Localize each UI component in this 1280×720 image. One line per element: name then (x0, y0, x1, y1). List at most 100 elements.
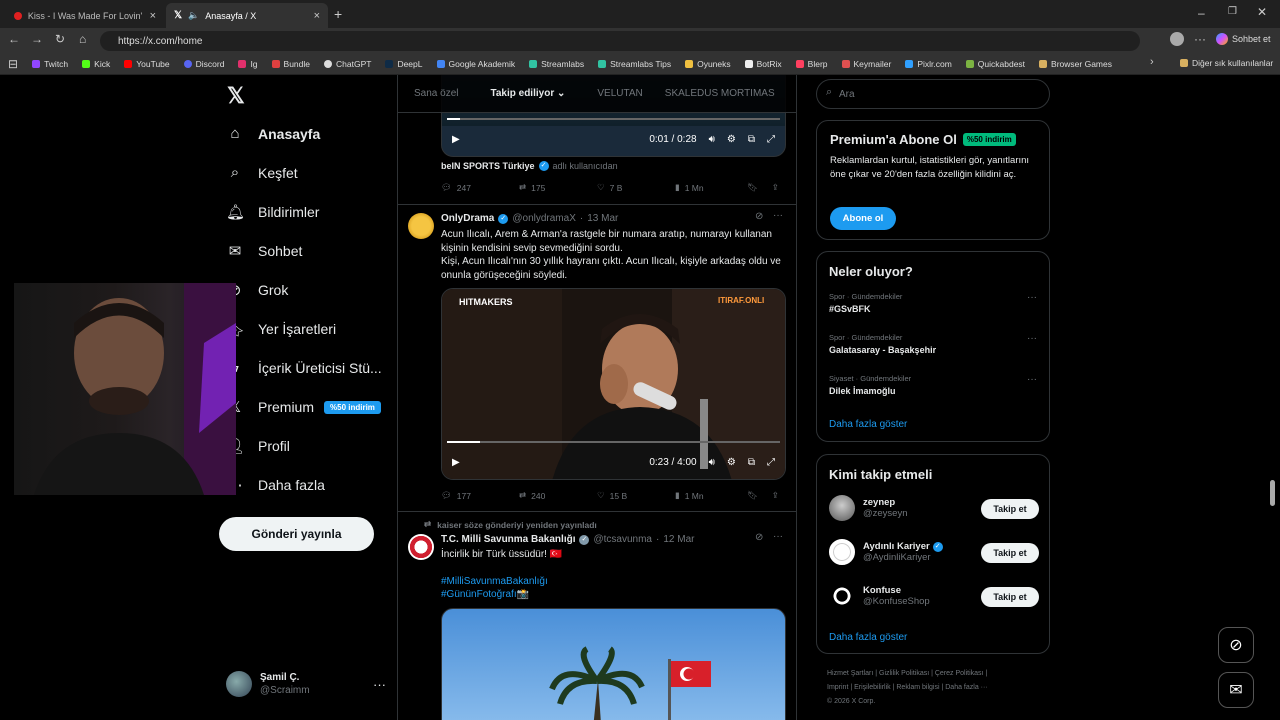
bookmark-kick[interactable]: Kick (82, 59, 110, 69)
tab-for-you[interactable]: Sana özel (414, 88, 458, 99)
bookmark-pixlr[interactable]: Pixlr.com (905, 59, 952, 69)
pip-icon[interactable]: ⧉ (748, 457, 755, 468)
bookmark-ig[interactable]: Ig (238, 59, 258, 69)
tweet-date[interactable]: 13 Mar (587, 213, 618, 224)
browser-tab-x[interactable]: 𝕏 🔈 Anasayfa / X × (166, 3, 328, 28)
more-icon[interactable]: ··· (773, 210, 783, 221)
footer-line[interactable]: Hizmet Şartları | Gizlilik Politikası | … (827, 667, 1047, 681)
tweet[interactable]: ⇄ kaiser söze gönderiyi yeniden yayınlad… (398, 511, 796, 720)
home-icon[interactable]: ⌂ (79, 32, 86, 46)
url-input[interactable]: https://x.com/home (100, 31, 1140, 51)
trend-item[interactable]: Siyaset · Gündemdekiler Dilek İmamoğlu (829, 374, 911, 396)
volume-icon[interactable]: 🔊︎ (709, 457, 715, 468)
more-icon[interactable]: ··· (1027, 333, 1037, 344)
copilot-button[interactable]: Sohbet et (1216, 33, 1271, 45)
bookmark-chatgpt[interactable]: ChatGPT (324, 59, 371, 69)
settings-icon[interactable]: ⚙ (727, 134, 736, 145)
follow-button[interactable]: Takip et (981, 543, 1039, 563)
bookmark-oyuneks[interactable]: Oyuneks (685, 59, 731, 69)
source-name[interactable]: beIN SPORTS Türkiye (441, 161, 535, 171)
profile-avatar[interactable] (1170, 32, 1184, 46)
nav-creator-studio[interactable]: ϟİçerik Üreticisi Stü... (226, 359, 382, 376)
grok-icon[interactable]: ⊘ (755, 211, 763, 222)
like-button[interactable]: ♡ 15 B (597, 490, 675, 501)
search-input[interactable]: ⌕ Ara (816, 79, 1050, 109)
forward-icon[interactable]: → (31, 32, 43, 46)
repost-button[interactable]: ⇄ 240 (519, 490, 597, 501)
close-tab-icon[interactable]: × (314, 10, 320, 22)
settings-icon[interactable]: ⚙ (727, 457, 736, 468)
author-name[interactable]: OnlyDrama (441, 213, 494, 224)
nav-messages[interactable]: ✉ Sohbet (226, 242, 303, 260)
author-name[interactable]: T.C. Milli Savunma Bakanlığı (441, 534, 575, 545)
bookmark-quickabdest[interactable]: Quickabdest (965, 59, 1025, 69)
tab-list-skaledus[interactable]: SKALEDUS MORTIMAS (665, 88, 775, 99)
avatar[interactable] (408, 534, 434, 560)
trend-item[interactable]: Spor · Gündemdekiler #GSvBFK (829, 292, 902, 314)
views-button[interactable]: ▮ 1 Mn (675, 490, 747, 501)
play-icon[interactable]: ▶ (452, 457, 460, 468)
nav-explore[interactable]: ⌕ Keşfet (226, 164, 298, 181)
tweet-photo[interactable] (441, 608, 786, 720)
bookmark-blerp[interactable]: Blerp (795, 59, 828, 69)
subscribe-button[interactable]: Abone ol (830, 207, 896, 230)
hashtag-link[interactable]: #MilliSavunmaBakanlığı (441, 575, 781, 589)
pip-icon[interactable]: ⧉ (748, 134, 755, 145)
more-icon[interactable]: ··· (1194, 32, 1206, 46)
nav-home[interactable]: ⌂ Anasayfa (226, 125, 320, 142)
bookmark-keymailer[interactable]: Keymailer (841, 59, 891, 69)
play-icon[interactable]: ▶ (452, 134, 460, 145)
messages-fab-button[interactable]: ✉ (1218, 672, 1254, 708)
bookmark-icon[interactable]: 🔖︎ (747, 182, 758, 193)
bookmark-streamlabs-tips[interactable]: Streamlabs Tips (598, 59, 671, 69)
author-handle[interactable]: @tcsavunma (593, 534, 652, 545)
maximize-icon[interactable]: ❐ (1228, 6, 1237, 17)
grok-fab-button[interactable]: ⊘ (1218, 627, 1254, 663)
more-icon[interactable]: ··· (373, 677, 386, 692)
repost-by-text[interactable]: kaiser söze gönderiyi yeniden yayınladı (437, 520, 597, 530)
follow-button[interactable]: Takip et (981, 499, 1039, 519)
nav-bookmarks[interactable]: 🔖︎Yer İşaretleri (226, 320, 336, 338)
reply-button[interactable]: 💬︎ 247 (441, 182, 519, 193)
account-switcher[interactable]: Şamil Ç. @Scraimm ··· (226, 671, 386, 697)
close-tab-icon[interactable]: × (150, 10, 156, 22)
minimize-icon[interactable]: – (1198, 6, 1205, 20)
chevron-right-icon[interactable]: › (1150, 56, 1154, 68)
new-tab-icon[interactable]: + (334, 6, 342, 22)
browser-tab-music[interactable]: Kiss - I Was Made For Lovin' You × (6, 3, 164, 28)
close-window-icon[interactable]: ✕ (1257, 5, 1267, 19)
fullscreen-icon[interactable]: ⤢ (767, 457, 775, 468)
trend-item[interactable]: Spor · Gündemdekiler Galatasaray - Başakş… (829, 333, 936, 355)
share-icon[interactable]: ⇪ (772, 490, 779, 501)
bookmark-streamlabs[interactable]: Streamlabs (529, 59, 584, 69)
show-more-link[interactable]: Daha fazla göster (829, 632, 907, 643)
bookmark-discord[interactable]: Discord (183, 59, 224, 69)
follow-button[interactable]: Takip et (981, 587, 1039, 607)
author-handle[interactable]: @onlydramaX (512, 213, 576, 224)
views-button[interactable]: ▮ 1 Mn (675, 182, 747, 193)
bookmark-browser-games[interactable]: Browser Games (1039, 59, 1112, 69)
bookmark-youtube[interactable]: YouTube (124, 59, 170, 69)
more-icon[interactable]: ··· (773, 531, 783, 542)
collections-icon[interactable]: ⊟ (8, 57, 18, 71)
post-button[interactable]: Gönderi yayınla (219, 517, 374, 551)
bookmark-twitch[interactable]: Twitch (32, 59, 68, 69)
bookmark-icon[interactable]: 🔖︎ (747, 490, 758, 501)
grok-icon[interactable]: ⊘ (755, 532, 763, 543)
more-icon[interactable]: ··· (1027, 292, 1037, 303)
speaker-icon[interactable]: 🔈 (188, 10, 199, 21)
volume-icon[interactable]: 🔊︎ (709, 134, 715, 145)
nav-more[interactable]: ⋯Daha fazla (226, 476, 325, 494)
bookmark-deepl[interactable]: DeepL (385, 59, 423, 69)
show-more-link[interactable]: Daha fazla göster (829, 419, 907, 430)
video-progress[interactable] (447, 118, 780, 120)
footer-line[interactable]: Imprint | Erişilebilirlik | Reklam bilgi… (827, 681, 1047, 695)
reply-button[interactable]: 💬︎ 177 (441, 490, 519, 501)
reload-icon[interactable]: ↻ (55, 32, 65, 46)
back-icon[interactable]: ← (8, 32, 20, 46)
hashtag-link[interactable]: #GününFotoğrafı📸 (441, 588, 781, 602)
avatar[interactable] (408, 213, 434, 239)
fullscreen-icon[interactable]: ⤢ (767, 134, 775, 145)
more-icon[interactable]: ··· (1027, 374, 1037, 385)
tab-following[interactable]: Takip ediliyor ⌄ (490, 88, 565, 99)
